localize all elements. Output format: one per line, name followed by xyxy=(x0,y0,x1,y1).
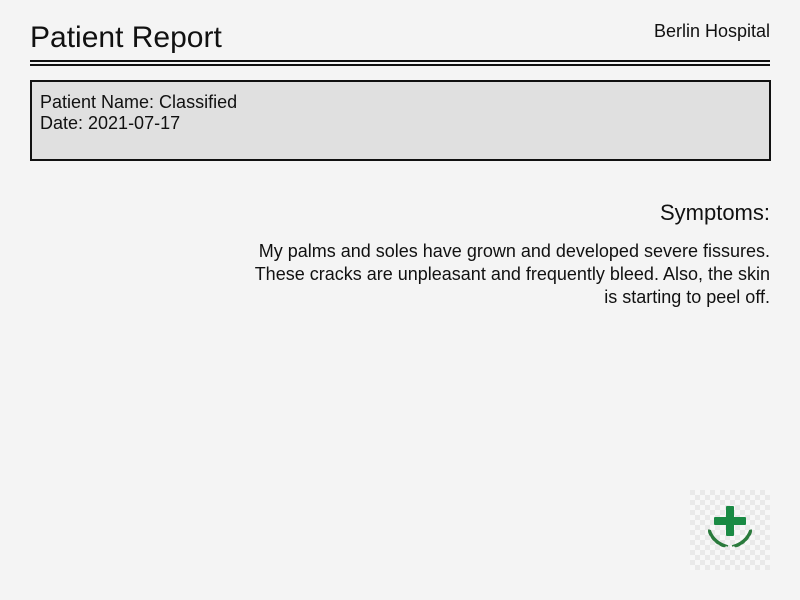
page-title: Patient Report xyxy=(30,21,222,54)
hospital-name: Berlin Hospital xyxy=(653,21,770,41)
report-header: Patient Report Berlin Hospital xyxy=(30,18,770,58)
patient-name: Patient Name: Classified xyxy=(40,92,238,112)
medical-cross-laurel-icon xyxy=(690,490,770,570)
symptoms-text: My palms and soles have grown and develo… xyxy=(254,241,770,307)
header-divider-bottom xyxy=(30,64,770,66)
symptoms-heading: Symptoms: xyxy=(659,200,770,225)
report-date: Date: 2021-07-17 xyxy=(40,113,181,133)
header-divider-top xyxy=(30,60,770,62)
patient-info-box: Patient Name: Classified Date: 2021-07-1… xyxy=(30,80,771,161)
